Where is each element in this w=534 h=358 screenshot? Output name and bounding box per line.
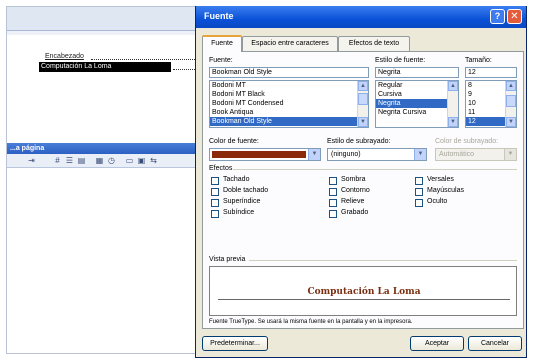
list-item[interactable]: Bodoni MT bbox=[210, 81, 368, 90]
list-item[interactable]: Negrita Cursiva bbox=[376, 108, 458, 117]
scroll-thumb[interactable] bbox=[506, 95, 516, 107]
preview-box: Computación La Loma bbox=[209, 266, 517, 316]
style-label: Estilo de fuente: bbox=[375, 57, 426, 64]
font-color-label: Color de fuente: bbox=[209, 138, 259, 145]
double-strikethrough-label: Doble tachado bbox=[223, 187, 269, 194]
subscript-label: Subíndice bbox=[223, 209, 255, 216]
emboss-checkbox[interactable] bbox=[329, 199, 337, 207]
header-footer-toolbar: ⇥ # ☰ ▤ ▦ ◷ ▭ ▣ ⇆ bbox=[7, 154, 207, 168]
show-text-icon[interactable]: ▣ bbox=[137, 156, 146, 165]
scroll-down-icon[interactable]: ▼ bbox=[358, 117, 368, 127]
dialog-title: Fuente bbox=[204, 11, 234, 21]
format-number-icon[interactable]: ▤ bbox=[77, 156, 86, 165]
hidden-checkbox[interactable] bbox=[415, 199, 423, 207]
cancel-button[interactable]: Cancelar bbox=[468, 336, 522, 351]
dialog-titlebar[interactable]: Fuente ? ✕ bbox=[196, 6, 526, 28]
scroll-up-icon[interactable]: ▲ bbox=[506, 81, 516, 91]
header-label: Encabezado bbox=[45, 53, 84, 60]
list-item[interactable]: Bodoni MT Condensed bbox=[210, 99, 368, 108]
font-color-select[interactable]: ▼ bbox=[209, 148, 321, 161]
page-setup-icon[interactable]: ▭ bbox=[125, 156, 134, 165]
shadow-label: Sombra bbox=[341, 176, 366, 183]
preview-label: Vista previa bbox=[209, 256, 246, 263]
engrave-label: Grabado bbox=[341, 209, 369, 216]
close-button[interactable]: ✕ bbox=[507, 9, 522, 24]
preview-separator bbox=[249, 260, 517, 261]
size-list[interactable]: 8 9 10 11 12 ▲ ▼ bbox=[465, 80, 517, 128]
scroll-up-icon[interactable]: ▲ bbox=[448, 81, 458, 91]
font-list[interactable]: Bodoni MT Bodoni MT Black Bodoni MT Cond… bbox=[209, 80, 369, 128]
small-caps-label: Versales bbox=[427, 176, 454, 183]
font-label: Fuente: bbox=[209, 57, 233, 64]
scroll-down-icon[interactable]: ▼ bbox=[506, 117, 516, 127]
list-item-selected[interactable]: Negrita bbox=[376, 99, 458, 108]
outline-label: Contorno bbox=[341, 187, 370, 194]
truetype-note: Fuente TrueType. Se usará la misma fuent… bbox=[209, 319, 413, 325]
indent-icon[interactable]: ⇥ bbox=[27, 156, 36, 165]
ruler bbox=[7, 31, 207, 35]
font-color-swatch bbox=[212, 151, 306, 158]
all-caps-label: Mayúsculas bbox=[427, 187, 464, 194]
time-icon[interactable]: ◷ bbox=[107, 156, 116, 165]
underline-color-value: Automático bbox=[439, 151, 475, 158]
emboss-label: Relieve bbox=[341, 198, 365, 205]
list-item[interactable]: Regular bbox=[376, 81, 458, 90]
all-caps-checkbox[interactable] bbox=[415, 188, 423, 196]
style-list-scrollbar[interactable]: ▲ ▼ bbox=[447, 81, 458, 127]
superscript-label: Superíndice bbox=[223, 198, 261, 205]
style-list[interactable]: Regular Cursiva Negrita Negrita Cursiva … bbox=[375, 80, 459, 128]
default-button[interactable]: Predeterminar... bbox=[202, 336, 268, 351]
font-input[interactable]: Bookman Old Style bbox=[209, 67, 369, 78]
small-caps-checkbox[interactable] bbox=[415, 177, 423, 185]
hidden-label: Oculto bbox=[427, 198, 448, 205]
help-button[interactable]: ? bbox=[490, 9, 505, 24]
underline-style-label: Estilo de subrayado: bbox=[327, 138, 391, 145]
engrave-checkbox[interactable] bbox=[329, 210, 337, 218]
underline-style-value: (ninguno) bbox=[331, 151, 361, 158]
size-label: Tamaño: bbox=[465, 57, 492, 64]
outline-checkbox[interactable] bbox=[329, 188, 337, 196]
effects-separator bbox=[233, 169, 517, 170]
font-dialog: Fuente ? ✕ Espacio entre caracteres Efec… bbox=[195, 6, 527, 358]
strikethrough-checkbox[interactable] bbox=[211, 177, 219, 185]
chevron-down-icon[interactable]: ▼ bbox=[414, 149, 426, 160]
effects-label: Efectos bbox=[209, 165, 233, 172]
date-icon[interactable]: ▦ bbox=[95, 156, 104, 165]
shadow-checkbox[interactable] bbox=[329, 177, 337, 185]
insert-number-icon[interactable]: # bbox=[53, 156, 62, 165]
preview-baseline bbox=[218, 299, 510, 300]
list-item-selected[interactable]: Bookman Old Style bbox=[210, 117, 368, 126]
document-menu-area bbox=[7, 7, 207, 31]
scroll-up-icon[interactable]: ▲ bbox=[358, 81, 368, 91]
list-item[interactable]: Book Antiqua bbox=[210, 108, 368, 117]
list-item[interactable]: Cursiva bbox=[376, 90, 458, 99]
scroll-thumb[interactable] bbox=[358, 93, 368, 105]
selected-text[interactable]: Computación La Loma bbox=[39, 62, 171, 72]
chevron-down-icon: ▼ bbox=[504, 149, 516, 160]
preview-text: Computación La Loma bbox=[307, 287, 421, 297]
superscript-checkbox[interactable] bbox=[211, 199, 219, 207]
header-border-dots bbox=[91, 59, 201, 60]
underline-color-label: Color de subrayado: bbox=[435, 138, 499, 145]
underline-color-select: Automático ▼ bbox=[435, 148, 517, 161]
chevron-down-icon[interactable]: ▼ bbox=[308, 149, 320, 160]
double-strikethrough-checkbox[interactable] bbox=[211, 188, 219, 196]
insert-pages-icon[interactable]: ☰ bbox=[65, 156, 74, 165]
style-input[interactable]: Negrita bbox=[375, 67, 459, 78]
size-input[interactable]: 12 bbox=[465, 67, 517, 78]
underline-style-select[interactable]: (ninguno) ▼ bbox=[327, 148, 427, 161]
strikethrough-label: Tachado bbox=[223, 176, 250, 183]
list-item[interactable]: Bodoni MT Black bbox=[210, 90, 368, 99]
tab-character-spacing[interactable]: Espacio entre caracteres bbox=[242, 36, 338, 51]
ok-button[interactable]: Aceptar bbox=[410, 336, 464, 351]
header-footer-toolbar-title[interactable]: ...a página bbox=[7, 143, 207, 154]
link-icon[interactable]: ⇆ bbox=[149, 156, 158, 165]
tab-font[interactable]: Fuente bbox=[202, 35, 242, 52]
tab-text-effects[interactable]: Efectos de texto bbox=[338, 36, 410, 51]
font-list-scrollbar[interactable]: ▲ ▼ bbox=[357, 81, 368, 127]
subscript-checkbox[interactable] bbox=[211, 210, 219, 218]
font-tab-panel: Fuente: Bookman Old Style Bodoni MT Bodo… bbox=[202, 51, 524, 329]
size-list-scrollbar[interactable]: ▲ ▼ bbox=[505, 81, 516, 127]
scroll-down-icon[interactable]: ▼ bbox=[448, 117, 458, 127]
